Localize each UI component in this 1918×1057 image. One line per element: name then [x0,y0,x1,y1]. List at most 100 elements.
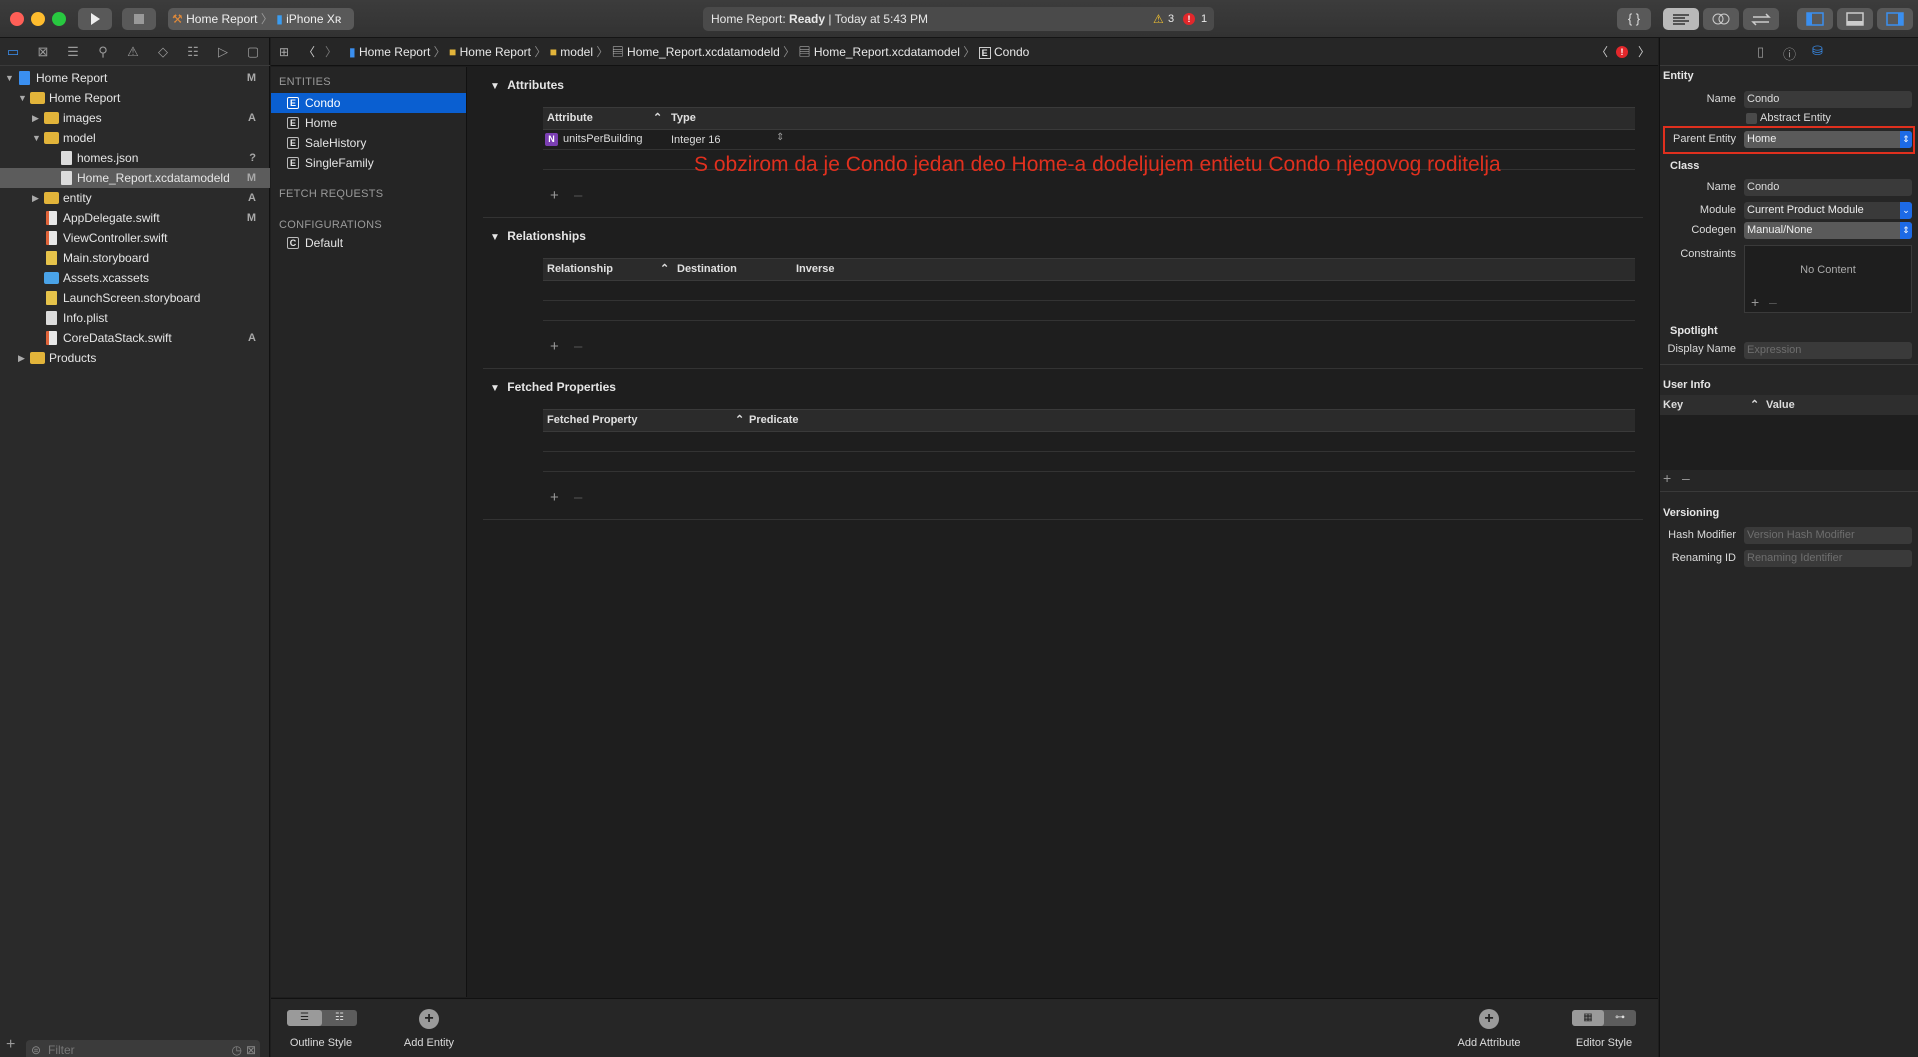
nav-item-images[interactable]: ▶ images A [0,108,270,128]
class-name-field[interactable]: Condo [1744,179,1912,196]
add-attribute-button[interactable]: + [1479,1009,1499,1029]
nav-item-coredatastack[interactable]: CoreDataStack.swift A [0,328,270,348]
constraints-list[interactable]: No Content + – [1744,245,1912,313]
help-icon[interactable]: ⓘ [1783,44,1796,63]
standard-editor-button[interactable] [1663,8,1699,30]
add-entity-button[interactable]: + [419,1009,439,1029]
parent-entity-select[interactable]: Home ⇕ [1744,131,1912,148]
folder-icon[interactable]: ▭ [5,44,21,60]
breadcrumb-item[interactable]: Home_Report.xcdatamodeld [627,45,780,59]
next-issue-icon[interactable]: 〉 [1638,38,1650,66]
minimize-window-button[interactable] [31,12,45,26]
column-header-fetched-property[interactable]: Fetched Property [547,414,637,426]
prev-issue-icon[interactable]: 〈 [1596,38,1608,66]
column-header-value[interactable]: Value [1766,395,1795,415]
version-editor-button[interactable] [1743,8,1779,30]
user-info-list[interactable] [1660,415,1918,470]
table-row[interactable]: N unitsPerBuilding Integer 16 ⇕ [543,130,1635,150]
add-relationship-icon[interactable]: + [550,338,559,355]
nav-item-info-plist[interactable]: Info.plist [0,308,270,328]
remove-icon[interactable]: – [1682,470,1690,486]
source-control-icon[interactable]: ⊠ [35,44,51,60]
search-icon[interactable]: ⚲ [95,44,111,60]
stop-button[interactable] [122,8,156,30]
remove-attribute-icon[interactable]: – [574,187,582,204]
attributes-section-header[interactable]: ▼ Attributes [490,78,564,92]
add-icon[interactable]: + [1751,294,1759,310]
column-header-predicate[interactable]: Predicate [749,414,799,426]
disclosure-open-icon[interactable]: ▼ [18,88,27,108]
column-header-destination[interactable]: Destination [677,263,737,275]
zoom-window-button[interactable] [52,12,66,26]
add-icon[interactable]: + [1663,470,1671,486]
breadcrumb-item[interactable]: model [560,45,593,59]
warning-icon[interactable]: ⚠ [1153,7,1164,31]
nav-item-appdelegate[interactable]: AppDelegate.swift M [0,208,270,228]
breadcrumb-item[interactable]: Home Report [460,45,531,59]
relationships-section-header[interactable]: ▼ Relationships [490,229,586,243]
back-icon[interactable]: 〈 [303,38,315,66]
disclosure-closed-icon[interactable]: ▶ [18,348,25,368]
outline-style-control[interactable]: ☰ ☷ [287,1010,357,1026]
toggle-debug-button[interactable] [1837,8,1873,30]
remove-fetched-property-icon[interactable]: – [574,489,582,506]
codegen-select[interactable]: Manual/None ⇕ [1744,222,1912,239]
disclosure-closed-icon[interactable]: ▶ [32,188,39,208]
column-header-inverse[interactable]: Inverse [796,263,835,275]
table-style-icon[interactable]: ▦ [1572,1010,1604,1026]
add-icon[interactable]: + [6,1036,15,1054]
renaming-id-field[interactable]: Renaming Identifier [1744,550,1912,567]
error-icon[interactable]: ! [1616,46,1628,58]
outline-tree-icon[interactable]: ☷ [322,1010,357,1026]
scheme-selector[interactable]: ⚒ Home Report 〉 ▮ iPhone Xʀ [168,8,354,30]
hash-modifier-field[interactable]: Version Hash Modifier [1744,527,1912,544]
attribute-type-select[interactable]: Integer 16 [671,134,721,146]
nav-item-main-storyboard[interactable]: Main.storyboard [0,248,270,268]
error-icon[interactable]: ! [1183,13,1195,25]
toggle-navigator-button[interactable] [1797,8,1833,30]
test-icon[interactable]: ◇ [155,44,171,60]
disclosure-open-icon[interactable]: ▼ [5,68,14,88]
library-button[interactable]: { } [1617,8,1651,30]
disclosure-closed-icon[interactable]: ▶ [32,108,39,128]
column-header-type[interactable]: Type [671,112,696,124]
attribute-name[interactable]: unitsPerBuilding [563,133,643,145]
nav-item-viewcontroller[interactable]: ViewController.swift [0,228,270,248]
column-header-key[interactable]: Key [1663,395,1683,415]
add-fetched-property-icon[interactable]: + [550,489,559,506]
nav-item-project[interactable]: ▼ Home Report M [0,68,270,88]
nav-item-products[interactable]: ▶ Products [0,348,270,368]
symbol-icon[interactable]: ☰ [65,44,81,60]
filter-input[interactable]: ⊜ Filter ◷ ⊠ [26,1040,260,1057]
debug-icon[interactable]: ☷ [185,44,201,60]
disclosure-open-icon[interactable]: ▼ [32,128,41,148]
issue-icon[interactable]: ⚠ [125,44,141,60]
entity-item-condo[interactable]: E Condo [271,93,466,113]
editor-style-control[interactable]: ▦ ⊶ [1572,1010,1636,1026]
graph-style-icon[interactable]: ⊶ [1604,1010,1636,1026]
nav-item-assets[interactable]: Assets.xcassets [0,268,270,288]
fetched-properties-section-header[interactable]: ▼ Fetched Properties [490,380,616,394]
entity-name-field[interactable]: Condo [1744,91,1912,108]
nav-item-entity[interactable]: ▶ entity A [0,188,270,208]
entity-item-singlefamily[interactable]: E SingleFamily [271,153,466,173]
nav-item-group-home-report[interactable]: ▼ Home Report [0,88,270,108]
display-name-field[interactable]: Expression [1744,342,1912,359]
column-header-attribute[interactable]: Attribute [547,112,593,124]
remove-relationship-icon[interactable]: – [574,338,582,355]
assistant-editor-button[interactable] [1703,8,1739,30]
breadcrumb-item[interactable]: Home_Report.xcdatamodel [814,45,960,59]
report-icon[interactable]: ▢ [245,44,261,60]
entity-item-home[interactable]: E Home [271,113,466,133]
toggle-inspector-button[interactable] [1877,8,1913,30]
stepper-icon[interactable]: ⇕ [776,132,784,143]
entity-item-salehistory[interactable]: E SaleHistory [271,133,466,153]
breadcrumb-item[interactable]: Condo [994,45,1029,59]
nav-item-model[interactable]: ▼ model [0,128,270,148]
nav-item-launchscreen[interactable]: LaunchScreen.storyboard [0,288,270,308]
abstract-entity-checkbox[interactable] [1746,113,1757,124]
module-select[interactable]: Current Product Module ⌄ [1744,202,1912,219]
remove-icon[interactable]: – [1769,294,1777,310]
forward-icon[interactable]: 〉 [325,38,337,66]
data-model-inspector-icon[interactable]: ⛁ [1812,43,1823,59]
